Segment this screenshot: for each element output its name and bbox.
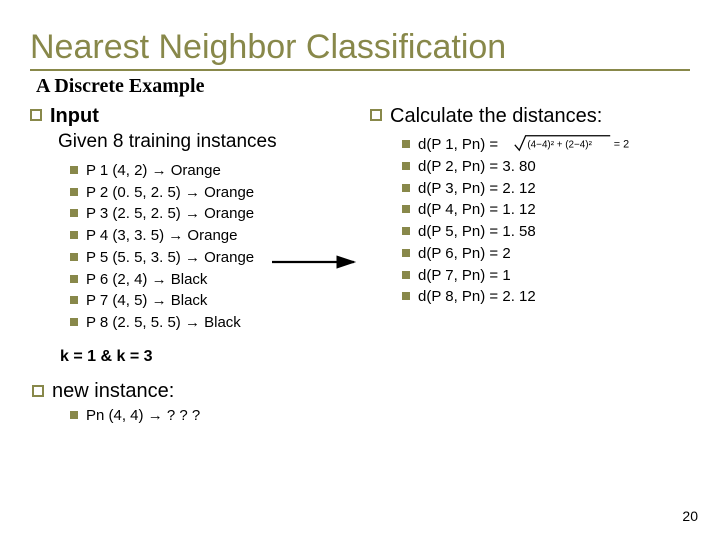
distance-text: d(P 2, Pn) = 3. 80: [418, 156, 536, 178]
filled-square-bullet-icon: [70, 296, 78, 304]
filled-square-bullet-icon: [402, 249, 410, 257]
list-item: d(P 8, Pn) = 2. 12: [402, 286, 700, 308]
distance-text: d(P 3, Pn) = 2. 12: [418, 178, 536, 200]
distance-text: d(P 7, Pn) = 1: [418, 265, 511, 287]
new-rest: instance:: [89, 380, 175, 402]
list-item: P 7 (4, 5) → Black: [70, 290, 360, 312]
square-bullet-icon: [370, 109, 382, 121]
list-item: d(P 4, Pn) = 1. 12: [402, 199, 700, 221]
list-item: d(P 3, Pn) = 2. 12: [402, 178, 700, 200]
filled-square-bullet-icon: [70, 166, 78, 174]
distance-text: d(P 4, Pn) = 1. 12: [418, 199, 536, 221]
instance-text: P 3 (2. 5, 2. 5) → Orange: [86, 203, 254, 225]
sqrt-formula-icon: (4−4)² + (2−4)² = 2: [506, 134, 646, 152]
filled-square-bullet-icon: [70, 411, 78, 419]
calculate-heading: Calculate the distances:: [370, 104, 700, 128]
square-bullet-icon: [30, 109, 42, 121]
filled-square-bullet-icon: [402, 227, 410, 235]
instance-text: P 8 (2. 5, 5. 5) → Black: [86, 312, 241, 334]
distance-text: d(P 6, Pn) = 2: [418, 243, 511, 265]
list-item: d(P 7, Pn) = 1: [402, 265, 700, 287]
subtitle: A Discrete Example: [36, 75, 690, 98]
calculate-label: Calculate the distances:: [390, 104, 602, 128]
input-body: Given 8 training instances: [58, 130, 360, 154]
input-heading: Input: [30, 104, 360, 128]
square-bullet-icon: [32, 385, 44, 397]
list-item: P 1 (4, 2) → Orange: [70, 160, 360, 182]
instance-text: P 5 (5. 5, 3. 5) → Orange: [86, 247, 254, 269]
filled-square-bullet-icon: [402, 292, 410, 300]
instance-text: P 4 (3, 3. 5) → Orange: [86, 225, 237, 247]
filled-square-bullet-icon: [70, 318, 78, 326]
filled-square-bullet-icon: [402, 271, 410, 279]
list-item: d(P 5, Pn) = 1. 58: [402, 221, 700, 243]
filled-square-bullet-icon: [70, 275, 78, 283]
right-column: Calculate the distances: d(P 1, Pn) = (4…: [370, 104, 700, 427]
k-values: k = 1 & k = 3: [60, 348, 360, 366]
filled-square-bullet-icon: [402, 184, 410, 192]
instance-text: P 7 (4, 5) → Black: [86, 290, 207, 312]
left-column: Input Given 8 training instances P 1 (4,…: [30, 104, 360, 427]
distances-list: d(P 1, Pn) = (4−4)² + (2−4)² = 2d(P 2, P…: [402, 134, 700, 308]
page-number: 20: [682, 508, 698, 524]
instances-list: P 1 (4, 2) → OrangeP 2 (0. 5, 2. 5) → Or…: [70, 160, 360, 334]
list-item: d(P 2, Pn) = 3. 80: [402, 156, 700, 178]
svg-text:(4−4)² + (2−4)²: (4−4)² + (2−4)²: [528, 140, 593, 151]
svg-text:= 2: = 2: [614, 139, 629, 151]
list-item: P 2 (0. 5, 2. 5) → Orange: [70, 182, 360, 204]
new-instance-heading: new instance:: [32, 380, 360, 403]
instance-text: P 2 (0. 5, 2. 5) → Orange: [86, 182, 254, 204]
list-item: d(P 1, Pn) = (4−4)² + (2−4)² = 2: [402, 134, 700, 156]
list-item: d(P 6, Pn) = 2: [402, 243, 700, 265]
filled-square-bullet-icon: [70, 253, 78, 261]
list-item: P 4 (3, 3. 5) → Orange: [70, 225, 360, 247]
list-item: P 5 (5. 5, 3. 5) → Orange: [70, 247, 360, 269]
new-instance-text: Pn (4, 4) → ? ? ?: [86, 405, 200, 427]
list-item: P 8 (2. 5, 5. 5) → Black: [70, 312, 360, 334]
input-label: Input: [50, 105, 99, 127]
list-item: P 3 (2. 5, 2. 5) → Orange: [70, 203, 360, 225]
instance-text: P 6 (2, 4) → Black: [86, 269, 207, 291]
filled-square-bullet-icon: [402, 162, 410, 170]
new-label: new: [52, 380, 89, 402]
filled-square-bullet-icon: [70, 188, 78, 196]
filled-square-bullet-icon: [402, 205, 410, 213]
filled-square-bullet-icon: [70, 209, 78, 217]
new-instance-list: Pn (4, 4) → ? ? ?: [70, 405, 360, 427]
page-title: Nearest Neighbor Classification: [30, 28, 690, 71]
filled-square-bullet-icon: [70, 231, 78, 239]
distance-text: d(P 8, Pn) = 2. 12: [418, 286, 536, 308]
list-item: Pn (4, 4) → ? ? ?: [70, 405, 360, 427]
filled-square-bullet-icon: [402, 140, 410, 148]
list-item: P 6 (2, 4) → Black: [70, 269, 360, 291]
distance-text: d(P 5, Pn) = 1. 58: [418, 221, 536, 243]
distance-text: d(P 1, Pn) =: [418, 134, 498, 156]
instance-text: P 1 (4, 2) → Orange: [86, 160, 221, 182]
